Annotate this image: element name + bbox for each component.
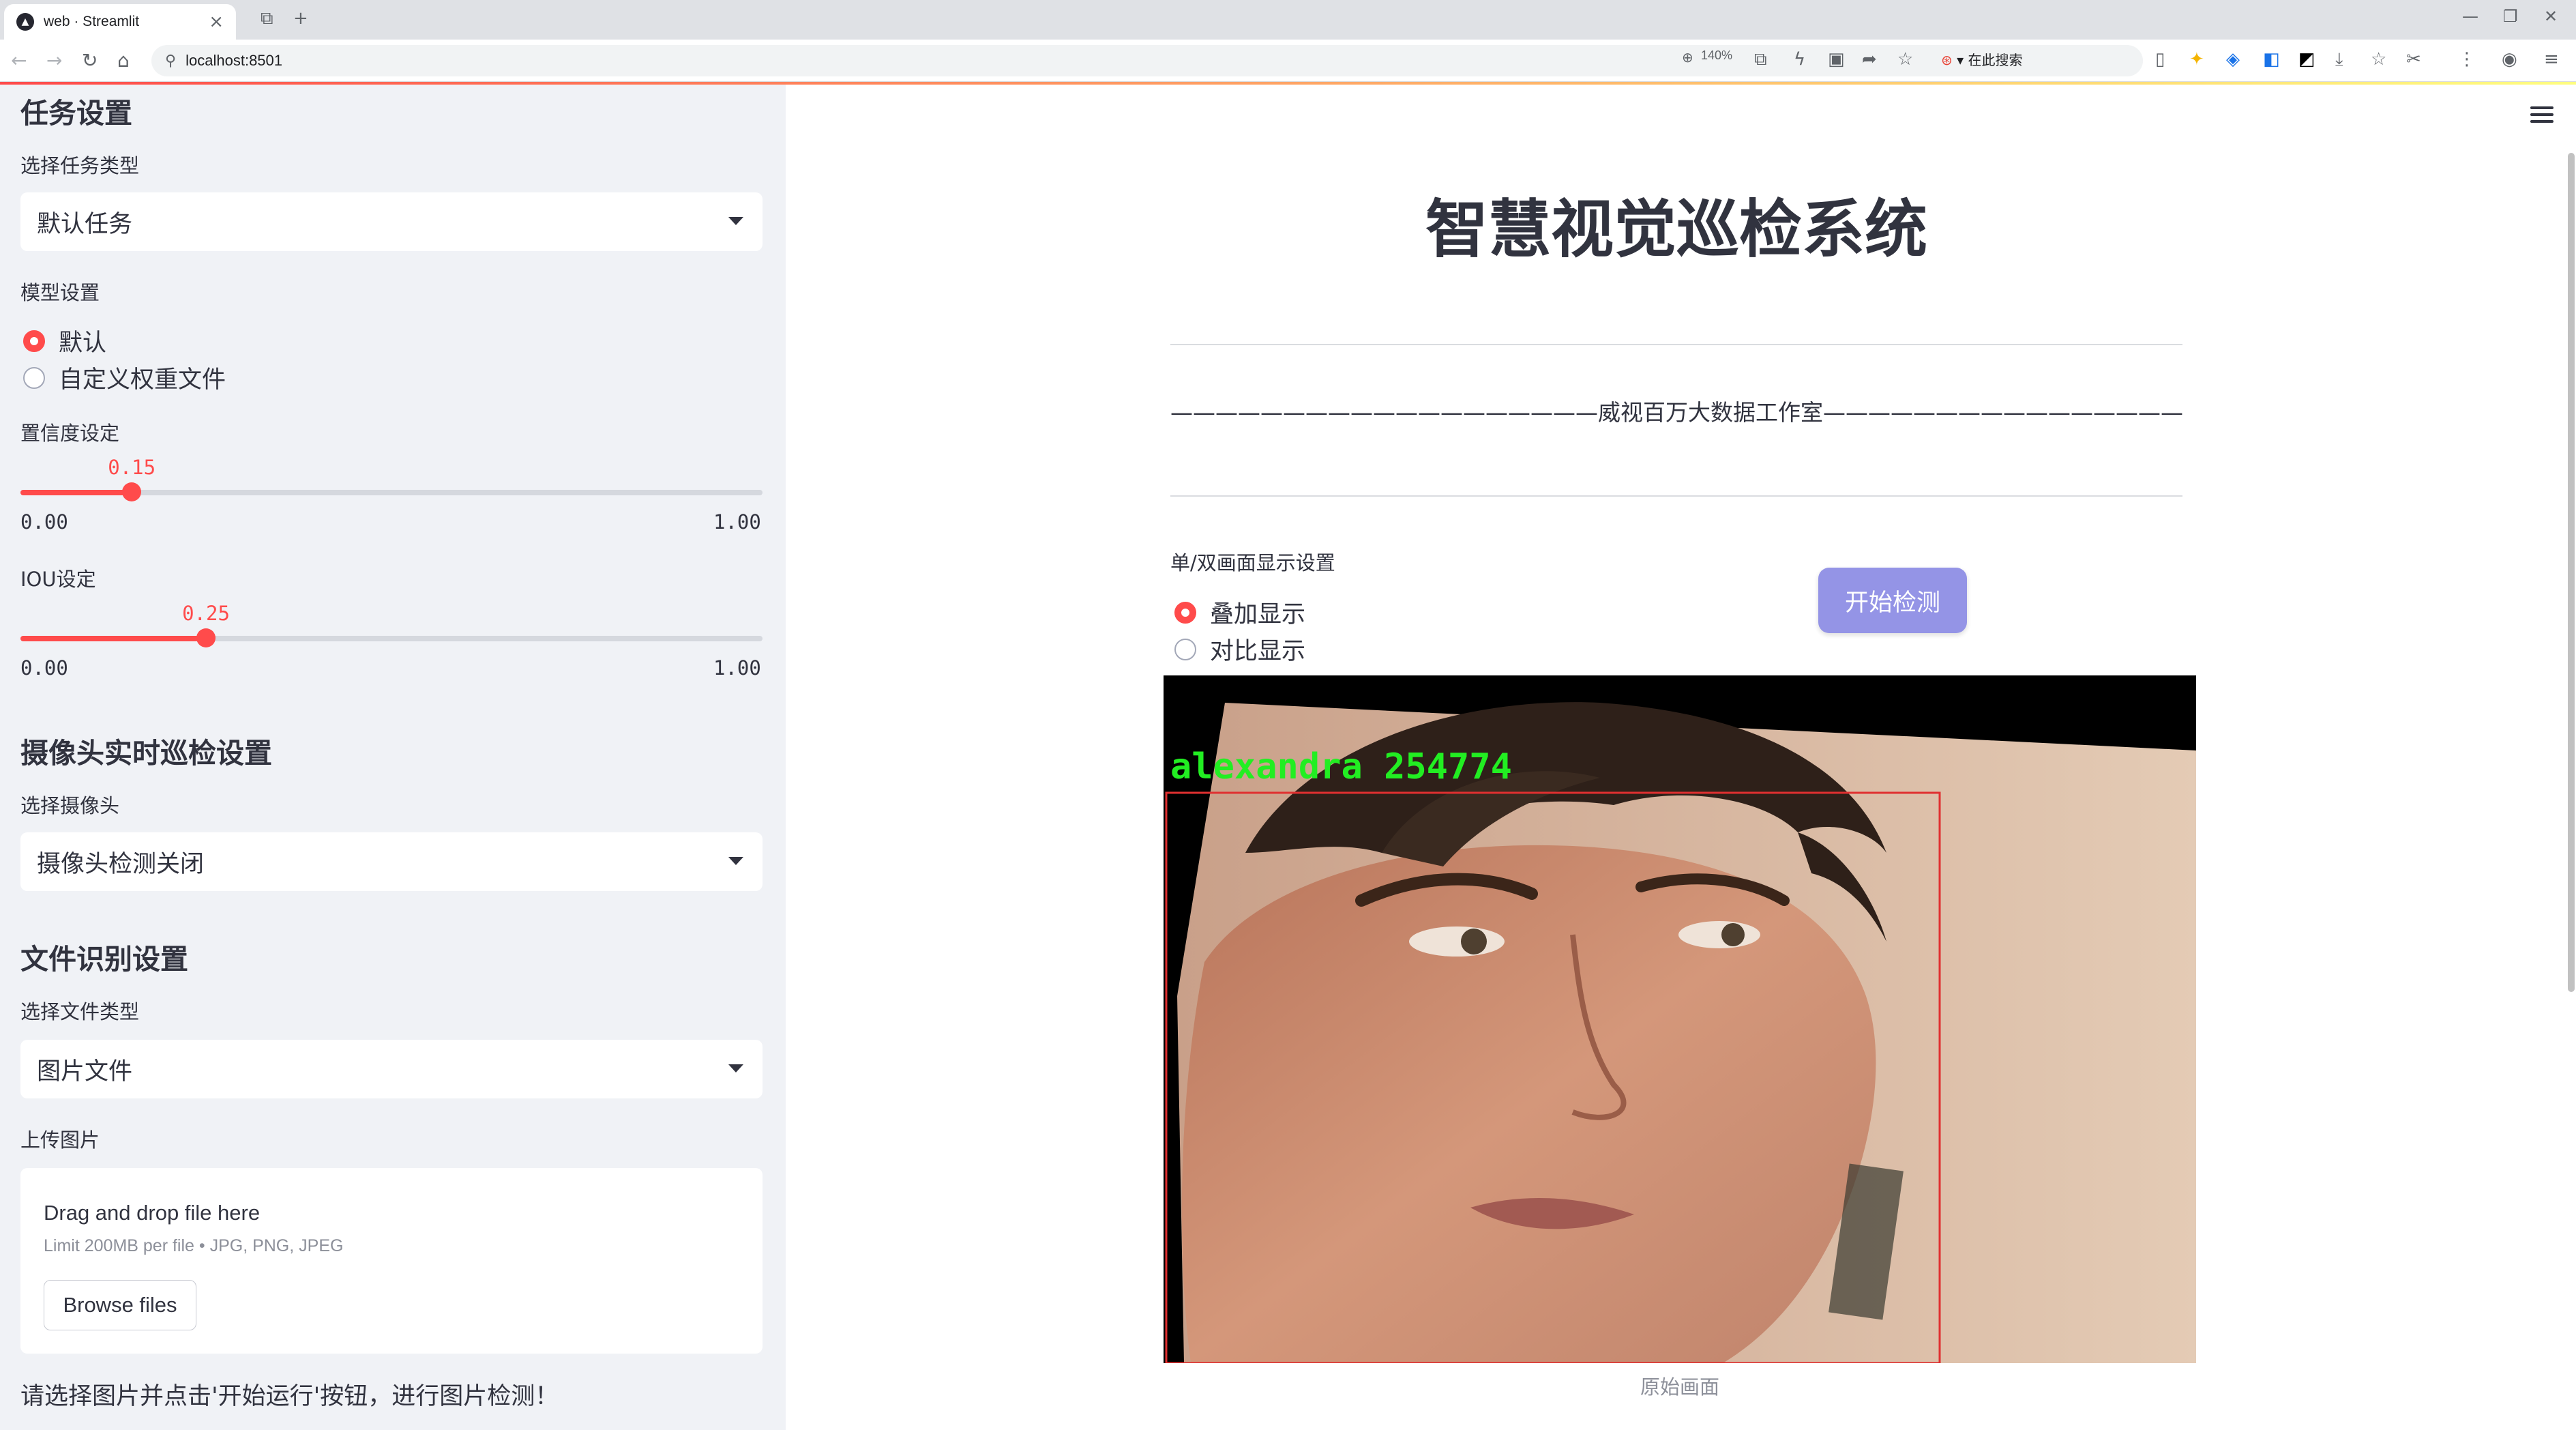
divider-bottom: [1170, 495, 2182, 497]
chevron-down-icon: [728, 217, 743, 225]
profile-avatar-icon[interactable]: ◉: [2502, 49, 2517, 70]
tab-group-icon[interactable]: ⧉: [261, 8, 273, 29]
radio-unselected-icon: [1174, 638, 1196, 660]
camera-select-label: 选择摄像头: [20, 794, 120, 817]
scrollbar[interactable]: [2566, 85, 2576, 1430]
file-settings-heading: 文件识别设置: [20, 943, 188, 976]
display-radio-overlay[interactable]: 叠加显示: [1174, 595, 1305, 630]
iou-slider-fill: [20, 636, 206, 641]
confidence-min: 0.00: [20, 510, 68, 534]
upload-label: 上传图片: [20, 1128, 100, 1152]
iou-max: 1.00: [713, 656, 761, 680]
detection-image: alexandra 254774: [1164, 675, 2196, 1363]
iou-label: IOU设定: [20, 568, 96, 591]
display-option-label: 叠加显示: [1210, 601, 1306, 628]
model-option-label: 自定义权重文件: [59, 366, 226, 394]
streamlit-favicon-icon: ▲: [16, 13, 34, 31]
radio-unselected-icon: [23, 366, 45, 389]
tab-title: web · Streamlit: [44, 14, 140, 29]
confidence-label: 置信度设定: [20, 422, 120, 445]
camera-settings-heading: 摄像头实时巡检设置: [20, 737, 272, 770]
extension-b-icon[interactable]: ◈: [2226, 49, 2240, 70]
camera-value: 摄像头检测关闭: [37, 850, 205, 878]
search-engine-box[interactable]: ⊛ ▾ 在此搜索: [1941, 49, 2023, 69]
file-type-label: 选择文件类型: [20, 1000, 140, 1023]
camera-select[interactable]: 摄像头检测关闭: [20, 832, 763, 891]
bookmark-star-icon[interactable]: ☆: [1897, 49, 1913, 70]
confidence-max: 1.00: [713, 510, 761, 534]
translate-icon[interactable]: ⧉: [1754, 49, 1767, 70]
confidence-slider[interactable]: [20, 482, 763, 501]
confidence-slider-thumb[interactable]: [122, 482, 142, 501]
studio-banner: ———————————————————威视百万大数据工作室———————————…: [1170, 399, 2182, 426]
task-type-label: 选择任务类型: [20, 154, 140, 177]
close-window-icon[interactable]: ✕: [2544, 7, 2558, 26]
file-uploader-dropzone[interactable]: Drag and drop file here Limit 200MB per …: [20, 1168, 763, 1354]
lightning-icon[interactable]: ϟ: [1794, 49, 1805, 70]
zoom-icon[interactable]: ⊕: [1682, 49, 1693, 65]
main-menu-icon[interactable]: [2530, 106, 2553, 127]
display-radio-compare[interactable]: 对比显示: [1174, 632, 1305, 667]
file-type-value: 图片文件: [37, 1057, 133, 1085]
display-mode-label: 单/双画面显示设置: [1170, 551, 1335, 574]
extension-d-icon[interactable]: ◩: [2298, 49, 2315, 70]
sidebar: 任务设置 选择任务类型 默认任务 模型设置 默认 自定义权重文件 置信度设定 0…: [0, 85, 786, 1430]
tab-close-icon[interactable]: ×: [209, 12, 224, 32]
file-type-select[interactable]: 图片文件: [20, 1040, 763, 1098]
upload-limit: Limit 200MB per file • JPG, PNG, JPEG: [44, 1236, 344, 1255]
radio-selected-icon: [23, 330, 45, 352]
start-detection-button[interactable]: 开始检测: [1818, 568, 1967, 633]
scrollbar-thumb[interactable]: [2568, 153, 2575, 992]
browse-files-button[interactable]: Browse files: [44, 1280, 196, 1330]
search-engine-icon: ⊛: [1941, 52, 1953, 68]
scissors-icon[interactable]: ✂: [2406, 49, 2421, 70]
model-radio-custom[interactable]: 自定义权重文件: [23, 360, 226, 395]
image-caption: 原始画面: [1640, 1375, 1719, 1399]
iou-value: 0.25: [182, 602, 230, 625]
task-settings-heading: 任务设置: [20, 97, 132, 130]
download-icon[interactable]: ⤓: [2335, 49, 2343, 70]
task-type-value: 默认任务: [37, 210, 133, 238]
home-icon[interactable]: ⌂: [117, 49, 130, 72]
chevron-down-icon: [728, 857, 743, 865]
page-title: 智慧视觉巡检系统: [1425, 193, 1927, 266]
favorites-icon[interactable]: ☆: [2371, 49, 2386, 70]
confidence-slider-fill: [20, 490, 132, 495]
address-bar-row: ← → ↻ ⌂ ⚲ localhost:8501 ⊕ 140% ⧉ ϟ ▣ ➦ …: [0, 40, 2576, 82]
back-icon[interactable]: ←: [11, 49, 27, 72]
browser-tab-bar: ▲ web · Streamlit × ⧉ + — ❐ ✕: [0, 0, 2576, 40]
minimize-icon[interactable]: —: [2462, 7, 2478, 26]
url-text: localhost:8501: [186, 52, 283, 69]
reload-icon[interactable]: ↻: [82, 49, 98, 72]
iou-min: 0.00: [20, 656, 68, 680]
radio-selected-icon: [1174, 601, 1196, 624]
restore-icon[interactable]: ❐: [2503, 7, 2518, 26]
search-placeholder: 在此搜索: [1968, 52, 2023, 68]
browser-menu-icon[interactable]: ≡: [2544, 49, 2559, 70]
iou-slider[interactable]: [20, 628, 763, 647]
iou-slider-thumb[interactable]: [196, 628, 216, 647]
sidebar-hint: 请选择图片并点击'开始运行'按钮，进行图片检测！: [20, 1383, 559, 1410]
model-radio-default[interactable]: 默认: [23, 323, 106, 358]
screenshot-icon[interactable]: ▣: [1828, 49, 1845, 70]
model-settings-label: 模型设置: [20, 281, 100, 304]
upload-title: Drag and drop file here: [44, 1201, 261, 1225]
phone-icon[interactable]: ▯: [2155, 49, 2165, 70]
model-option-label: 默认: [59, 330, 107, 357]
share-icon[interactable]: ➦: [1862, 49, 1877, 70]
browser-tab[interactable]: ▲ web · Streamlit ×: [4, 4, 236, 40]
confidence-value: 0.15: [108, 456, 156, 479]
more-menu-icon[interactable]: ⋮: [2458, 49, 2476, 70]
display-option-label: 对比显示: [1210, 638, 1306, 665]
detection-label: alexandra 254774: [1170, 746, 1512, 787]
chevron-down-icon: [728, 1064, 743, 1072]
zoom-level: 140%: [1701, 48, 1733, 62]
new-tab-icon[interactable]: +: [293, 8, 308, 29]
forward-icon[interactable]: →: [46, 49, 62, 72]
site-info-icon[interactable]: ⚲: [165, 53, 176, 70]
task-type-select[interactable]: 默认任务: [20, 192, 763, 251]
extension-a-icon[interactable]: ✦: [2189, 49, 2204, 70]
divider-top: [1170, 344, 2182, 345]
extension-c-icon[interactable]: ◧: [2263, 49, 2280, 70]
